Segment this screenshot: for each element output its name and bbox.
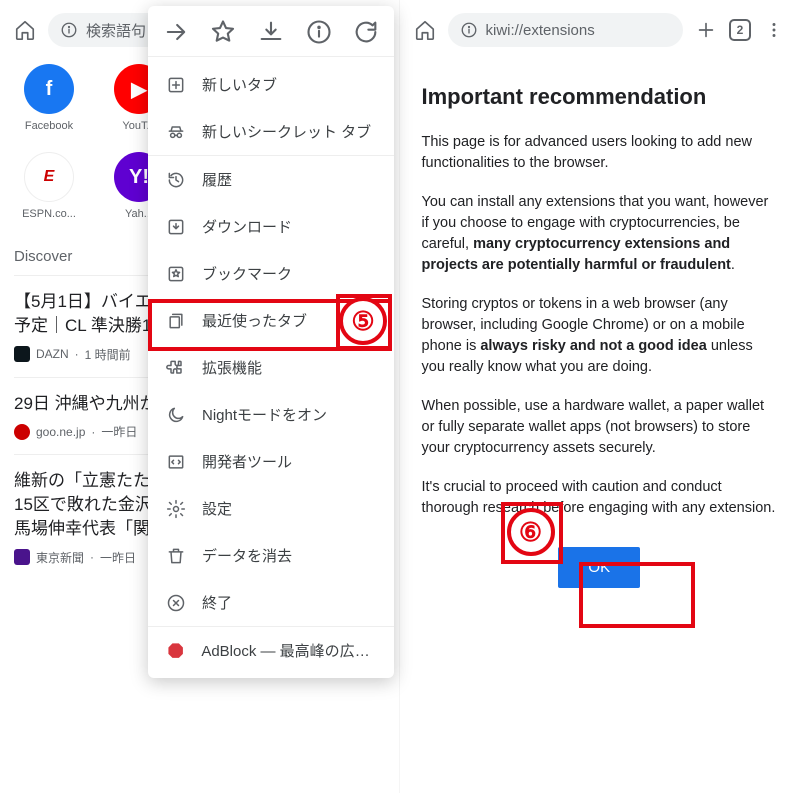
home-icon[interactable]	[12, 17, 38, 43]
browser-toolbar-right: kiwi://extensions 2	[400, 0, 799, 54]
callout-6-number: ⑥	[507, 508, 555, 556]
news-time: 一昨日	[100, 549, 136, 566]
address-text: kiwi://extensions	[486, 22, 595, 39]
paragraph: It's crucial to proceed with caution and…	[422, 477, 778, 519]
menu-item-label: 終了	[202, 592, 232, 613]
info-icon	[60, 21, 78, 39]
extensions-warning-page: Important recommendation This page is fo…	[400, 54, 799, 608]
menu-item-label: 拡張機能	[202, 357, 262, 378]
bookmark-icon	[166, 264, 186, 284]
incognito-icon	[166, 122, 186, 142]
news-source: 東京新聞	[36, 549, 84, 566]
menu-item-label: ブックマーク	[202, 263, 292, 284]
moon-icon	[166, 405, 186, 425]
plus-square-icon	[166, 75, 186, 95]
download-icon[interactable]	[257, 18, 285, 46]
menu-bookmarks[interactable]: ブックマーク	[148, 250, 394, 297]
paragraph: Storing cryptos or tokens in a web brows…	[422, 294, 778, 378]
paragraph: You can install any extensions that you …	[422, 192, 778, 276]
menu-new-incognito-tab[interactable]: 新しいシークレット タブ	[148, 108, 394, 155]
download-icon	[166, 217, 186, 237]
adblock-icon	[166, 641, 185, 661]
menu-devtools[interactable]: 開発者ツール	[148, 438, 394, 485]
tile-label: Facebook	[14, 120, 84, 132]
new-tab-button[interactable]	[693, 17, 719, 43]
trash-icon	[166, 546, 186, 566]
history-icon	[166, 170, 186, 190]
menu-item-label: AdBlock — 最高峰の広告...	[201, 640, 376, 661]
news-source: goo.ne.jp	[36, 425, 85, 439]
menu-item-label: 最近使ったタブ	[202, 310, 307, 331]
news-time: 1 時間前	[85, 346, 131, 363]
news-time: 一昨日	[101, 423, 137, 440]
facebook-icon: f	[24, 64, 74, 114]
menu-item-label: 新しいシークレット タブ	[202, 121, 371, 142]
devtools-icon	[166, 452, 186, 472]
menu-clear-data[interactable]: データを消去	[148, 532, 394, 579]
source-icon	[14, 346, 30, 362]
callout-5-number: ⑤	[339, 297, 387, 345]
forward-icon[interactable]	[162, 18, 190, 46]
menu-item-label: 新しいタブ	[202, 74, 277, 95]
menu-adblock[interactable]: AdBlock — 最高峰の広告...	[148, 626, 394, 674]
address-text: 検索語句	[86, 20, 146, 41]
home-icon[interactable]	[412, 17, 438, 43]
info-icon[interactable]	[305, 18, 333, 46]
star-icon[interactable]	[209, 18, 237, 46]
menu-history[interactable]: 履歴	[148, 155, 394, 203]
menu-downloads[interactable]: ダウンロード	[148, 203, 394, 250]
page-title: Important recommendation	[422, 84, 778, 110]
menu-item-label: ダウンロード	[202, 216, 292, 237]
source-icon	[14, 549, 30, 565]
address-bar[interactable]: kiwi://extensions	[448, 13, 684, 47]
news-source: DAZN	[36, 347, 69, 361]
recent-tabs-icon	[166, 311, 186, 331]
menu-item-label: 設定	[202, 498, 232, 519]
menu-exit[interactable]: 終了	[148, 579, 394, 626]
overflow-menu-icon[interactable]	[761, 17, 787, 43]
menu-night-mode[interactable]: Nightモードをオン	[148, 391, 394, 438]
espn-icon: E	[24, 152, 74, 202]
tile-facebook[interactable]: f Facebook	[14, 64, 84, 132]
ok-button[interactable]: OK	[558, 547, 640, 588]
menu-item-label: 履歴	[202, 169, 232, 190]
tile-label: ESPN.co...	[14, 208, 84, 220]
menu-item-label: 開発者ツール	[202, 451, 292, 472]
paragraph: This page is for advanced users looking …	[422, 132, 778, 174]
info-icon	[460, 21, 478, 39]
menu-item-label: Nightモードをオン	[202, 404, 327, 425]
reload-icon[interactable]	[352, 18, 380, 46]
tab-count[interactable]: 2	[729, 19, 751, 41]
gear-icon	[166, 499, 186, 519]
menu-new-tab[interactable]: 新しいタブ	[148, 61, 394, 108]
menu-extensions[interactable]: 拡張機能	[148, 344, 394, 391]
menu-settings[interactable]: 設定	[148, 485, 394, 532]
paragraph: When possible, use a hardware wallet, a …	[422, 396, 778, 459]
close-circle-icon	[166, 593, 186, 613]
menu-item-label: データを消去	[202, 545, 292, 566]
tile-espn[interactable]: E ESPN.co...	[14, 152, 84, 220]
source-icon	[14, 424, 30, 440]
puzzle-icon	[166, 358, 186, 378]
